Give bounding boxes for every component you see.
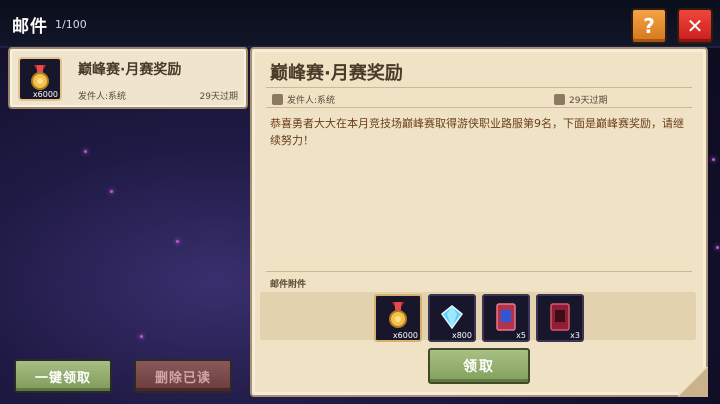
close-icon: ✕ [686,14,704,38]
attachments-strip [260,292,696,340]
detail-expire: 29天过期 [554,93,607,106]
detail-expire-text: 29天过期 [569,96,608,106]
help-button[interactable]: ? [631,8,667,44]
medal-icon: x6000 [18,57,62,101]
detail-sender-text: 发件人:系统 [287,96,336,106]
divider [266,107,692,108]
mail-body: 恭喜勇者大大在本月竞技场巅峰赛取得游侠职业路服第9名，下面是巅峰赛奖励，请继续努… [270,117,684,147]
mail-list-item[interactable]: x6000 巅峰赛·月赛奖励 发件人:系统 29天过期 [8,47,248,109]
detail-sender: 发件人:系统 [272,93,335,106]
star-decoration [716,246,719,249]
thumb-quantity: x6000 [32,90,58,99]
detail-title: 巅峰赛·月赛奖励 [270,63,403,84]
divider [266,87,692,88]
mail-detail-panel: 巅峰赛·月赛奖励 发件人:系统 29天过期 恭喜勇者大大在本月竞技场巅峰赛取得游… [250,47,708,397]
calendar-icon [554,94,565,105]
divider [266,271,692,272]
attachment-qty: x6000 [392,331,418,340]
attachment-slot[interactable]: x800 [428,294,476,342]
mail-count: 1/100 [55,18,87,31]
attachments-label: 邮件附件 [270,280,307,290]
page-fold-decoration [678,367,708,397]
page-title: 邮件 [12,17,48,37]
mail-expire: 29天过期 [199,92,238,102]
mail-title: 巅峰赛·月赛奖励 [78,62,182,78]
star-decoration [84,150,87,153]
claim-all-button[interactable]: 一键领取 [14,359,112,393]
star-decoration [712,158,715,161]
question-icon: ? [643,14,655,38]
attachment-qty: x5 [516,331,526,340]
star-decoration [110,190,113,193]
top-bar: 邮件 1/100 ? ✕ [0,0,720,48]
delete-read-button[interactable]: 删除已读 [134,359,232,393]
attachment-slot[interactable]: x6000 [374,294,422,342]
mail-sender: 发件人:系统 [78,92,127,102]
star-decoration [140,335,143,338]
close-button[interactable]: ✕ [677,8,713,44]
person-icon [272,94,283,105]
attachment-qty: x800 [451,331,472,340]
claim-button[interactable]: 领取 [428,348,530,384]
attachment-qty: x3 [570,331,580,340]
attachment-slot[interactable]: x5 [482,294,530,342]
star-decoration [176,240,179,243]
attachment-slot[interactable]: x3 [536,294,584,342]
